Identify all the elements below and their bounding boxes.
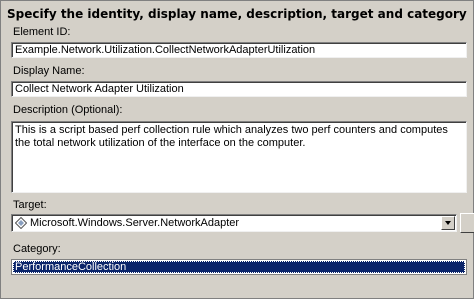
category-label: Category:: [13, 243, 61, 255]
target-browse-button[interactable]: [460, 213, 474, 233]
section-heading: Specify the identity, display name, desc…: [7, 7, 467, 21]
category-list[interactable]: PerformanceCollection: [11, 259, 467, 275]
element-id-field[interactable]: Example.Network.Utilization.CollectNetwo…: [11, 42, 467, 58]
element-id-label: Element ID:: [13, 26, 71, 38]
target-dropdown[interactable]: Microsoft.Windows.Server.NetworkAdapter: [11, 214, 457, 232]
rule-properties-panel: Specify the identity, display name, desc…: [0, 0, 474, 299]
description-field[interactable]: This is a script based perf collection r…: [11, 121, 467, 193]
target-label: Target:: [13, 199, 47, 211]
description-label: Description (Optional):: [13, 104, 123, 116]
display-name-field[interactable]: Collect Network Adapter Utilization: [11, 81, 467, 97]
display-name-label: Display Name:: [13, 65, 85, 77]
dropdown-arrow-icon[interactable]: [441, 216, 455, 230]
class-diamond-icon: [15, 217, 27, 229]
category-selected-item[interactable]: PerformanceCollection: [13, 261, 465, 273]
target-value: Microsoft.Windows.Server.NetworkAdapter: [30, 217, 240, 229]
